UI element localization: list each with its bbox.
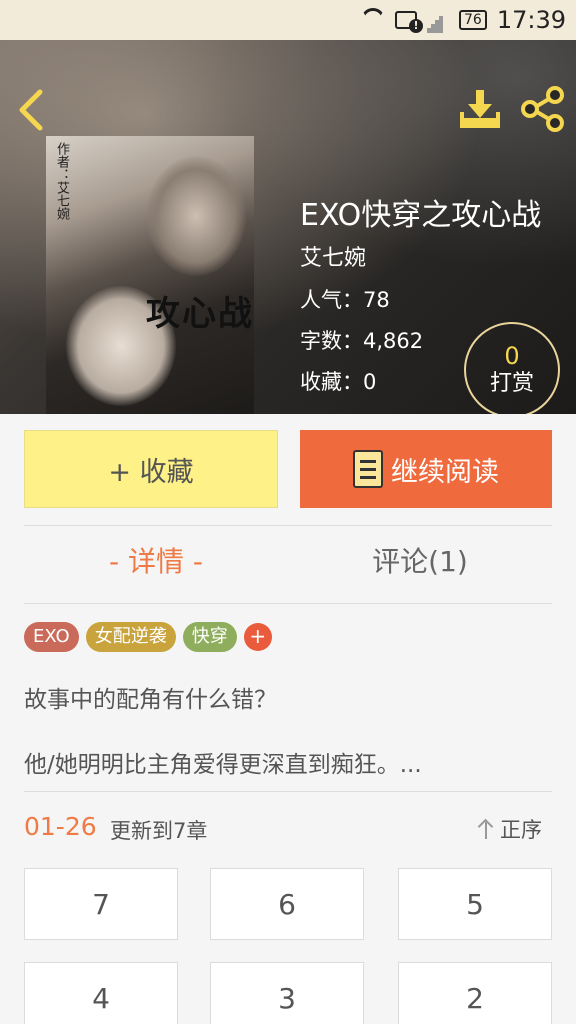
book-icon [353, 450, 383, 488]
book-title: EXO快穿之攻心战 [300, 198, 542, 233]
tab-comments[interactable]: 评论(1) [288, 540, 552, 580]
cover-title-text: 攻心战 [146, 294, 254, 334]
description-line: 故事中的配角有什么错？ [24, 687, 277, 713]
tag-female-lead-revenge[interactable]: 女配逆袭 [85, 622, 176, 652]
sim-alert-icon [395, 11, 423, 33]
back-icon[interactable] [14, 88, 50, 132]
continue-reading-label: 继续阅读 [391, 456, 499, 488]
description-line[interactable]: 他/她明明比主角爱得更深直到痴狂。... [24, 745, 422, 779]
chapter-button[interactable]: 3 [210, 962, 364, 1024]
add-tag-button[interactable]: + [243, 623, 272, 651]
tab-detail[interactable]: - 详情 - [24, 540, 288, 580]
status-bar: 76 17:39 [0, 0, 576, 40]
favorites-stat: 收藏：0 [300, 370, 377, 394]
download-icon[interactable] [456, 88, 504, 132]
word-count-stat: 字数：4,862 [300, 329, 424, 353]
share-icon[interactable] [520, 86, 566, 132]
sort-order-label: 正序 [500, 818, 542, 842]
sort-order-button[interactable]: 正序 [478, 814, 542, 844]
tag-quick-transmigration[interactable]: 快穿 [182, 622, 237, 652]
divider [24, 603, 552, 604]
popularity-stat: 人气：78 [300, 288, 390, 312]
book-header: 作者：艾七婉 攻心战 EXO快穿之攻心战 艾七婉 人气：78 字数：4,862 … [0, 40, 576, 414]
arrow-up-icon [478, 819, 494, 839]
chapter-button[interactable]: 2 [398, 962, 552, 1024]
wifi-icon [361, 11, 385, 29]
battery-icon: 76 [459, 10, 487, 30]
chapter-button[interactable]: 4 [24, 962, 178, 1024]
tag-exo[interactable]: EXO [24, 622, 79, 652]
divider [24, 525, 552, 526]
cover-author-text: 作者：艾七婉 [54, 142, 69, 220]
tag-list: EXO 女配逆袭 快穿 + [24, 622, 272, 652]
tip-label: 打赏 [489, 371, 534, 396]
tip-button[interactable]: 0 打赏 [464, 322, 560, 414]
book-cover: 作者：艾七婉 攻心战 [46, 136, 254, 414]
signal-icon [427, 11, 449, 33]
update-text: 更新到7章 [110, 819, 208, 843]
tip-count: 0 [504, 342, 520, 370]
chapter-button[interactable]: 6 [210, 868, 364, 940]
divider [24, 791, 552, 792]
add-to-favorites-button[interactable]: + 收藏 [24, 430, 278, 508]
status-time: 17:39 [496, 6, 566, 34]
update-date: 01-26 [24, 812, 97, 841]
chapter-button[interactable]: 5 [398, 868, 552, 940]
chapter-button[interactable]: 7 [24, 868, 178, 940]
continue-reading-button[interactable]: 继续阅读 [300, 430, 552, 508]
book-author[interactable]: 艾七婉 [300, 240, 366, 272]
